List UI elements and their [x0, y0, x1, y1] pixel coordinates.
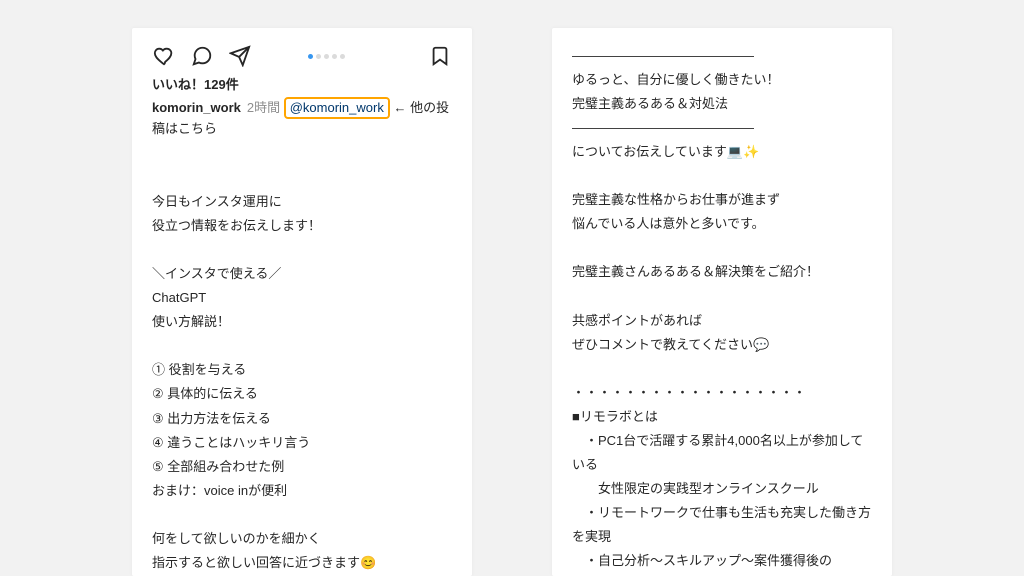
- post-time: 2時間: [247, 100, 280, 115]
- username[interactable]: komorin_work: [152, 100, 241, 115]
- action-bar: [152, 44, 452, 68]
- mention-link[interactable]: @komorin_work: [290, 100, 384, 115]
- share-icon[interactable]: [228, 44, 252, 68]
- like-icon[interactable]: [152, 44, 176, 68]
- post-card-right: —————————————— ゆるっと、自分に優しく働きたい！ 完璧主義あるある…: [552, 28, 892, 576]
- likes-count[interactable]: いいね！129件: [152, 74, 452, 93]
- post-meta: komorin_work2時間 @komorin_work ← 他の投稿はこちら: [152, 97, 452, 140]
- caption-body-left: 今日もインスタ運用に 役立つ情報をお伝えします！ ＼インスタで使える／ Chat…: [152, 142, 452, 576]
- caption-body-right-a: —————————————— ゆるっと、自分に優しく働きたい！ 完璧主義あるある…: [572, 44, 872, 576]
- carousel-dots: [308, 54, 345, 59]
- highlight-box-left: @komorin_work: [284, 97, 390, 119]
- post-card-left: いいね！129件 komorin_work2時間 @komorin_work ←…: [132, 28, 472, 576]
- bookmark-icon[interactable]: [428, 44, 452, 68]
- comment-icon[interactable]: [190, 44, 214, 68]
